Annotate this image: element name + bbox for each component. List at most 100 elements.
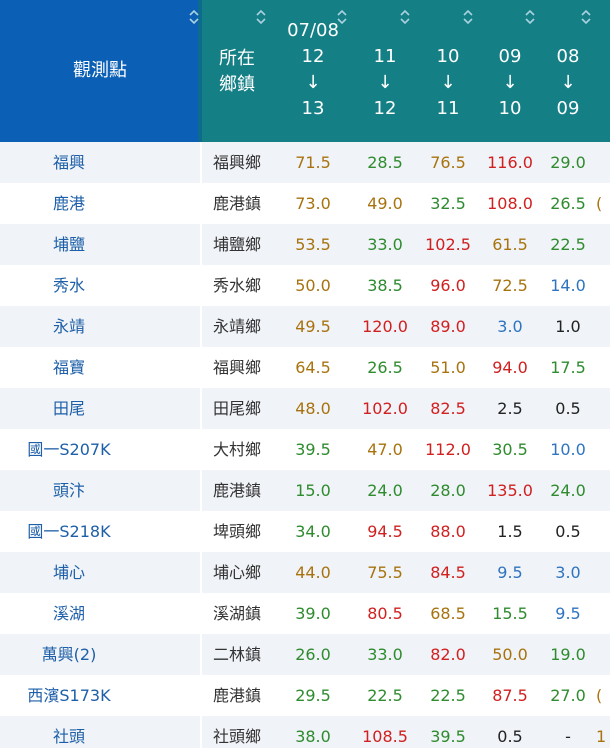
table-row[interactable]: 秀水 秀水鄉 50.0 38.5 96.0 72.5 14.0 (0, 265, 610, 306)
rainfall-value: 24.0 (550, 481, 586, 500)
row-divider (200, 142, 202, 183)
header-town-label[interactable]: 所在 鄉鎮 (207, 46, 267, 98)
rainfall-value: 73.0 (295, 194, 331, 213)
station-name[interactable]: 福興 (0, 142, 138, 183)
rainfall-value: 76.5 (430, 153, 466, 172)
table-row[interactable]: 頭汴 鹿港鎮 15.0 24.0 28.0 135.0 24.0 (0, 470, 610, 511)
rainfall-value: 32.5 (430, 194, 466, 213)
header-date-column-1[interactable]: 11 ↓ 12 (355, 18, 415, 122)
table-row[interactable]: 鹿港 鹿港鎮 73.0 49.0 32.5 108.0 26.5 ( (0, 183, 610, 224)
header-date-column-4[interactable]: 08 ↓ 09 (538, 18, 598, 122)
rainfall-value: 84.5 (430, 563, 466, 582)
station-name[interactable]: 國一S218K (0, 511, 138, 552)
station-name[interactable]: 福寶 (0, 347, 138, 388)
station-name[interactable]: 西濱S173K (0, 675, 138, 716)
station-name[interactable]: 國一S207K (0, 429, 138, 470)
row-divider (200, 429, 202, 470)
table-row[interactable]: 埔心 埔心鄉 44.0 75.5 84.5 9.5 3.0 (0, 552, 610, 593)
sort-icon[interactable] (524, 8, 536, 26)
sort-icon[interactable] (188, 8, 200, 26)
table-row[interactable]: 萬興(2) 二林鎮 26.0 33.0 82.0 50.0 19.0 (0, 634, 610, 675)
rainfall-value: 61.5 (492, 235, 528, 254)
header-date-to: 09 (556, 98, 580, 119)
rainfall-value: 120.0 (362, 317, 408, 336)
rainfall-value: 27.0 (550, 686, 586, 705)
rainfall-value: 9.5 (497, 563, 523, 582)
rainfall-value: 15.0 (295, 481, 331, 500)
header-town-label-line1: 所在 (219, 48, 255, 69)
table-row[interactable]: 社頭 社頭鄉 38.0 108.5 39.5 0.5 - 1 (0, 716, 610, 748)
sort-icon[interactable] (399, 8, 411, 26)
row-divider (200, 675, 202, 716)
table-row[interactable]: 溪湖 溪湖鎮 39.0 80.5 68.5 15.5 9.5 (0, 593, 610, 634)
row-divider (200, 347, 202, 388)
sort-icon[interactable] (336, 8, 348, 26)
station-name[interactable]: 鹿港 (0, 183, 138, 224)
rainfall-value: 71.5 (295, 153, 331, 172)
rainfall-value: 80.5 (367, 604, 403, 623)
station-name[interactable]: 永靖 (0, 306, 138, 347)
rainfall-value-partial: 1 (596, 727, 607, 746)
header-date-from: 11 (373, 46, 397, 67)
rainfall-value: 75.5 (367, 563, 403, 582)
header-date-column-3[interactable]: 09 ↓ 10 (480, 18, 540, 122)
rainfall-value: 3.0 (497, 317, 523, 336)
table-row[interactable]: 福興 福興鄉 71.5 28.5 76.5 116.0 29.0 (0, 142, 610, 183)
rainfall-value: 135.0 (487, 481, 533, 500)
table-row[interactable]: 國一S207K 大村鄉 39.5 47.0 112.0 30.5 10.0 (0, 429, 610, 470)
rainfall-value: 38.5 (367, 276, 403, 295)
header-date-column-0[interactable]: 07/08 12 ↓ 13 (283, 18, 343, 122)
table-row[interactable]: 永靖 永靖鄉 49.5 120.0 89.0 3.0 1.0 (0, 306, 610, 347)
rainfall-value: 26.5 (367, 358, 403, 377)
rainfall-value: 72.5 (492, 276, 528, 295)
rainfall-value: 88.0 (430, 522, 466, 541)
rainfall-value: 0.5 (555, 399, 581, 418)
rainfall-value: 108.5 (362, 727, 408, 746)
sort-icon[interactable] (255, 8, 267, 26)
rainfall-value: 94.5 (367, 522, 403, 541)
rainfall-value-partial: ( (596, 686, 603, 705)
sort-icon[interactable] (462, 8, 474, 26)
rainfall-value: 28.0 (430, 481, 466, 500)
header-date-to: 13 (301, 98, 325, 119)
town-name: 埤頭鄉 (212, 522, 261, 541)
station-name[interactable]: 溪湖 (0, 593, 138, 634)
station-name[interactable]: 田尾 (0, 388, 138, 429)
sort-icon[interactable] (580, 8, 592, 26)
town-name: 埔心鄉 (212, 563, 261, 582)
row-divider (200, 265, 202, 306)
header-date-prefix: 07/08 (287, 20, 339, 41)
header-date-from: 08 (556, 46, 580, 67)
table-row[interactable]: 西濱S173K 鹿港鎮 29.5 22.5 22.5 87.5 27.0 ( (0, 675, 610, 716)
header-date-to: 11 (436, 98, 460, 119)
table-row[interactable]: 福寶 福興鄉 64.5 26.5 51.0 94.0 17.5 (0, 347, 610, 388)
rainfall-value: 22.5 (550, 235, 586, 254)
rainfall-value: - (565, 727, 571, 746)
header-date-from: 09 (498, 46, 522, 67)
rainfall-value: 89.0 (430, 317, 466, 336)
rainfall-value: 34.0 (295, 522, 331, 541)
rainfall-value: 50.0 (295, 276, 331, 295)
town-name: 福興鄉 (212, 153, 261, 172)
table-row[interactable]: 國一S218K 埤頭鄉 34.0 94.5 88.0 1.5 0.5 (0, 511, 610, 552)
station-name[interactable]: 秀水 (0, 265, 138, 306)
rainfall-value: 53.5 (295, 235, 331, 254)
rainfall-value: 33.0 (367, 645, 403, 664)
town-name: 大村鄉 (212, 440, 261, 459)
station-name[interactable]: 埔心 (0, 552, 138, 593)
rainfall-value: 96.0 (430, 276, 466, 295)
town-name: 社頭鄉 (212, 727, 261, 746)
table-row[interactable]: 埔鹽 埔鹽鄉 53.5 33.0 102.5 61.5 22.5 (0, 224, 610, 265)
rainfall-value: 33.0 (367, 235, 403, 254)
station-name[interactable]: 社頭 (0, 716, 138, 748)
rainfall-value: 3.0 (555, 563, 581, 582)
station-name[interactable]: 頭汴 (0, 470, 138, 511)
header-date-column-2[interactable]: 10 ↓ 11 (418, 18, 478, 122)
table-row[interactable]: 田尾 田尾鄉 48.0 102.0 82.5 2.5 0.5 (0, 388, 610, 429)
station-name[interactable]: 萬興(2) (0, 634, 138, 675)
rainfall-value: 94.0 (492, 358, 528, 377)
station-name[interactable]: 埔鹽 (0, 224, 138, 265)
rainfall-value: 9.5 (555, 604, 581, 623)
rainfall-value: 22.5 (367, 686, 403, 705)
header-station-label: 觀測點 (73, 60, 127, 81)
